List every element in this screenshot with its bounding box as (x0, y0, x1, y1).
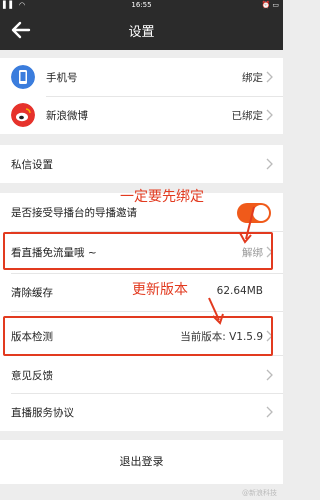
weibo-value: 已绑定 (231, 110, 264, 122)
logout-button[interactable]: 退出登录 (0, 440, 283, 484)
chevron-right-icon (266, 369, 273, 381)
nav-bar: 设置 (0, 10, 283, 50)
accounts-section: 手机号 绑定 新浪微博 已绑定 (0, 58, 283, 134)
clear-cache-label: 清除缓存 (11, 287, 53, 299)
status-bar: ▌▌ ◠ 16:55 ⏰ ▭ (0, 0, 283, 10)
agreement-label: 直播服务协议 (11, 407, 74, 419)
phone-icon (11, 65, 35, 89)
page-title: 设置 (128, 25, 155, 40)
annotation-update-note: 更新版本 (132, 282, 188, 298)
weibo-label: 新浪微博 (46, 110, 88, 122)
annotation-box-version (3, 316, 273, 356)
row-weibo[interactable]: 新浪微博 已绑定 (0, 96, 283, 134)
annotation-bind-note: 一定要先绑定 (120, 189, 204, 205)
chevron-right-icon (266, 158, 273, 170)
battery-icon: ⏰ ▭ (261, 1, 279, 9)
chevron-right-icon (266, 406, 273, 418)
row-feedback[interactable]: 意见反馈 (0, 356, 283, 394)
chevron-right-icon (266, 109, 273, 121)
chevron-right-icon (266, 71, 273, 83)
phone-value: 绑定 (242, 72, 263, 84)
feedback-label: 意见反馈 (11, 370, 53, 382)
private-msg-label: 私信设置 (11, 159, 53, 171)
status-time: 16:55 (131, 1, 152, 9)
watermark: @新浪科技 (242, 489, 277, 497)
invite-label: 是否接受导播台的导播邀请 (11, 207, 137, 219)
weibo-icon (11, 103, 35, 127)
phone-label: 手机号 (46, 72, 78, 84)
row-agreement[interactable]: 直播服务协议 (0, 393, 283, 431)
row-phone[interactable]: 手机号 绑定 (0, 58, 283, 96)
row-private-msg[interactable]: 私信设置 (0, 145, 283, 183)
divider (11, 311, 283, 312)
annotation-box-free-flow (3, 232, 273, 270)
private-msg-section: 私信设置 (0, 145, 283, 183)
